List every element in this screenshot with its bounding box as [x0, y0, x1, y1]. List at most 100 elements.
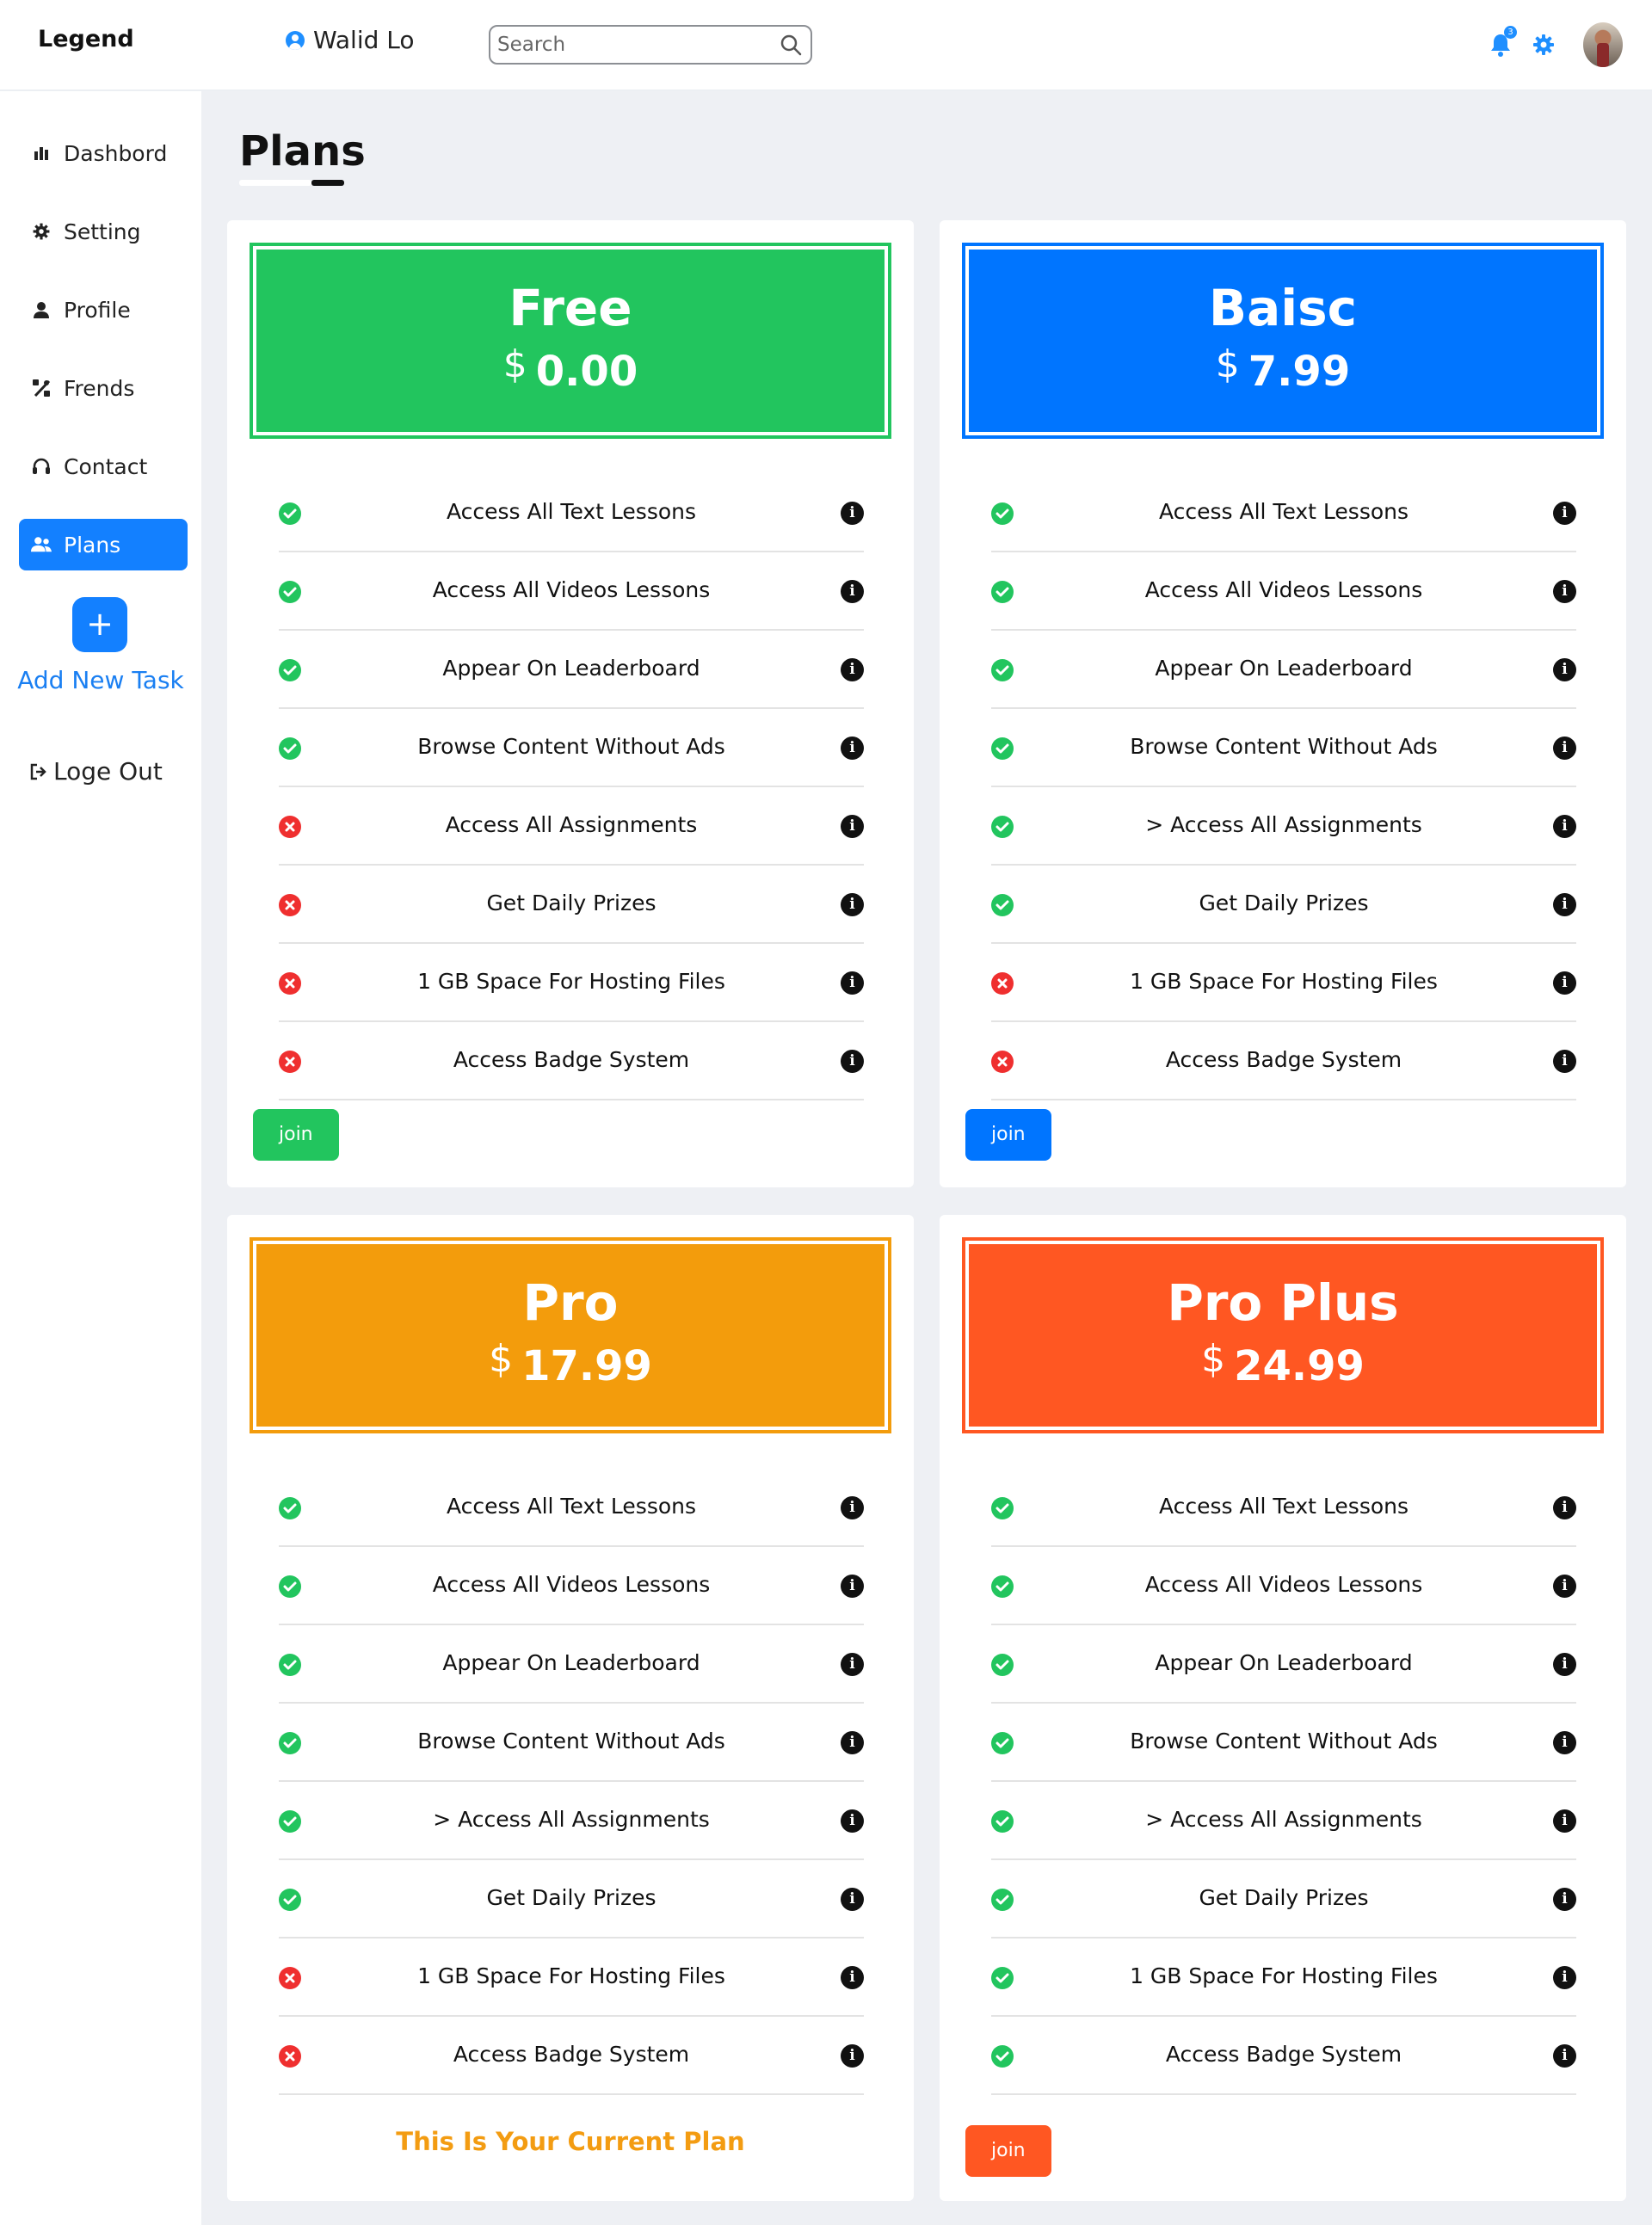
- feature-text: Get Daily Prizes: [1199, 891, 1369, 915]
- info-icon[interactable]: i: [841, 893, 864, 916]
- feature-row: > Access All Assignments i: [991, 788, 1576, 866]
- plan-header: Free $0.00: [250, 243, 891, 439]
- info-icon[interactable]: i: [841, 1966, 864, 1989]
- feature-text: Access All Videos Lessons: [432, 577, 711, 602]
- info-icon[interactable]: i: [841, 1575, 864, 1598]
- plan-price: 7.99: [1248, 348, 1351, 396]
- info-icon[interactable]: i: [841, 1496, 864, 1519]
- feature-text: Access All Videos Lessons: [432, 1572, 711, 1597]
- info-icon[interactable]: i: [1553, 893, 1576, 916]
- info-icon[interactable]: i: [1553, 737, 1576, 760]
- sidebar-item-plans[interactable]: Plans: [19, 519, 188, 570]
- avatar[interactable]: [1583, 22, 1623, 67]
- info-icon[interactable]: i: [1553, 1966, 1576, 1989]
- gear-icon[interactable]: [1532, 33, 1556, 57]
- info-icon[interactable]: i: [1553, 1809, 1576, 1833]
- info-icon[interactable]: i: [841, 1653, 864, 1676]
- check-circle-icon: [279, 581, 301, 603]
- sidebar-item-profile[interactable]: Profile: [19, 284, 188, 336]
- plan-price: 17.99: [521, 1342, 652, 1390]
- feature-text: Access Badge System: [1165, 2042, 1402, 2067]
- add-task-button[interactable]: +: [72, 597, 127, 652]
- plan-price-line: $0.00: [256, 342, 885, 396]
- info-icon[interactable]: i: [1553, 2044, 1576, 2068]
- plan-card: Baisc $7.99 Access All Text Lessons i Access…: [940, 220, 1626, 1187]
- x-circle-icon: [279, 894, 301, 916]
- info-icon[interactable]: i: [841, 1809, 864, 1833]
- sidebar: Dashbord Setting Profile Frends Contact …: [0, 91, 201, 2225]
- info-icon[interactable]: i: [1553, 658, 1576, 681]
- feature-text: Appear On Leaderboard: [1155, 1650, 1413, 1675]
- info-icon[interactable]: i: [841, 737, 864, 760]
- plan-header-inner: Free $0.00: [256, 250, 885, 432]
- info-icon[interactable]: i: [1553, 1888, 1576, 1911]
- search-box: [489, 25, 812, 65]
- info-icon[interactable]: i: [1553, 1653, 1576, 1676]
- info-icon[interactable]: i: [841, 580, 864, 603]
- feature-text: > Access All Assignments: [1145, 812, 1422, 837]
- notifications-button[interactable]: 3: [1487, 26, 1517, 59]
- info-icon[interactable]: i: [1553, 1050, 1576, 1073]
- logout-link[interactable]: Loge Out: [29, 757, 163, 786]
- info-icon[interactable]: i: [841, 971, 864, 995]
- x-circle-icon: [991, 1051, 1014, 1073]
- info-icon[interactable]: i: [841, 1050, 864, 1073]
- sidebar-item-dashboard[interactable]: Dashbord: [19, 127, 188, 179]
- sidebar-item-frends[interactable]: Frends: [19, 362, 188, 414]
- check-circle-icon: [279, 1889, 301, 1911]
- feature-text: Appear On Leaderboard: [442, 656, 700, 681]
- plan-price-line: $7.99: [969, 342, 1597, 396]
- info-icon[interactable]: i: [1553, 1575, 1576, 1598]
- check-circle-icon: [991, 502, 1014, 525]
- user-menu[interactable]: Walid Lo: [286, 26, 415, 54]
- feature-row: > Access All Assignments i: [279, 1783, 864, 1860]
- info-icon[interactable]: i: [841, 1888, 864, 1911]
- plan-header-inner: Pro Plus $24.99: [969, 1244, 1597, 1427]
- info-icon[interactable]: i: [1553, 1496, 1576, 1519]
- check-circle-icon: [991, 1575, 1014, 1598]
- brand-logo[interactable]: Legend: [38, 26, 134, 52]
- currency-symbol: $: [489, 1337, 514, 1381]
- search-input[interactable]: [497, 34, 755, 56]
- plan-name: Pro: [522, 1273, 619, 1332]
- info-icon[interactable]: i: [1553, 971, 1576, 995]
- check-circle-icon: [279, 1810, 301, 1833]
- check-circle-icon: [279, 737, 301, 760]
- sidebar-item-setting[interactable]: Setting: [19, 206, 188, 257]
- feature-text: Appear On Leaderboard: [442, 1650, 700, 1675]
- feature-text: Access Badge System: [1165, 1047, 1402, 1072]
- feature-text: Get Daily Prizes: [486, 1885, 656, 1910]
- feature-row: Browse Content Without Ads i: [991, 1704, 1576, 1782]
- plan-card: Pro Plus $24.99 Access All Text Lessons i Ac…: [940, 1215, 1626, 2201]
- x-circle-icon: [279, 1967, 301, 1989]
- info-icon[interactable]: i: [1553, 1731, 1576, 1754]
- feature-text: Access All Text Lessons: [446, 499, 697, 524]
- join-button[interactable]: join: [965, 2125, 1051, 2177]
- feature-row: Browse Content Without Ads i: [279, 1704, 864, 1782]
- plan-header: Pro Plus $24.99: [962, 1237, 1604, 1433]
- info-icon[interactable]: i: [841, 2044, 864, 2068]
- join-button[interactable]: join: [253, 1109, 339, 1161]
- feature-text: Access All Text Lessons: [1158, 499, 1409, 524]
- sidebar-item-contact[interactable]: Contact: [19, 441, 188, 492]
- info-icon[interactable]: i: [841, 502, 864, 525]
- check-circle-icon: [991, 894, 1014, 916]
- search-icon[interactable]: [780, 34, 802, 56]
- sidebar-item-label: Setting: [64, 219, 141, 244]
- info-icon[interactable]: i: [841, 658, 864, 681]
- info-icon[interactable]: i: [841, 815, 864, 838]
- join-button[interactable]: join: [965, 1109, 1051, 1161]
- check-circle-icon: [991, 816, 1014, 838]
- plan-header-inner: Pro $17.99: [256, 1244, 885, 1427]
- x-circle-icon: [279, 1051, 301, 1073]
- sign-out-icon: [30, 763, 46, 780]
- info-icon[interactable]: i: [1553, 502, 1576, 525]
- feature-row: 1 GB Space For Hosting Files i: [991, 1939, 1576, 2017]
- info-icon[interactable]: i: [1553, 580, 1576, 603]
- bar-chart-icon: [31, 143, 52, 163]
- sidebar-item-label: Frends: [64, 375, 135, 401]
- info-icon[interactable]: i: [1553, 815, 1576, 838]
- add-task-label[interactable]: Add New Task: [0, 666, 201, 694]
- top-bar: Legend Walid Lo 3: [0, 0, 1652, 91]
- info-icon[interactable]: i: [841, 1731, 864, 1754]
